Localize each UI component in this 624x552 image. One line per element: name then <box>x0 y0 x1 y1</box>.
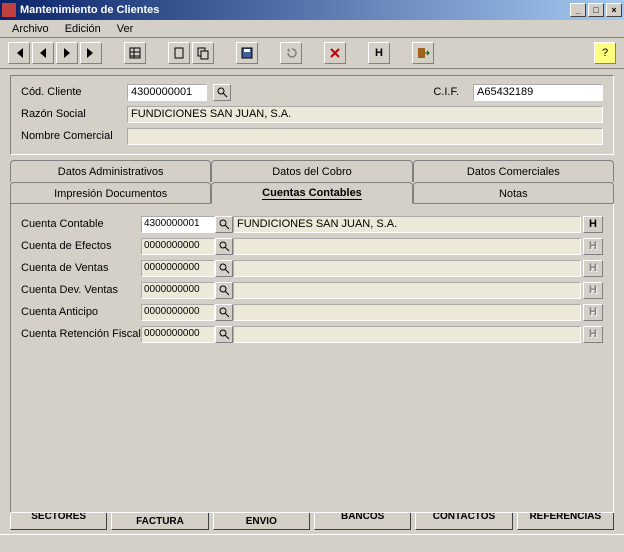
titlebar: Mantenimiento de Clientes _ □ × <box>0 0 624 20</box>
tab-datos-cobro[interactable]: Datos del Cobro <box>211 160 412 182</box>
undo-button[interactable] <box>280 42 302 64</box>
save-button[interactable] <box>236 42 258 64</box>
tab-datos-comerciales[interactable]: Datos Comerciales <box>413 160 614 182</box>
close-button[interactable]: × <box>606 3 622 17</box>
account-row: Cuenta de Ventas0000000000 H <box>21 258 603 278</box>
statusbar <box>0 534 624 552</box>
minimize-button[interactable]: _ <box>570 3 586 17</box>
account-label: Cuenta Anticipo <box>21 306 141 318</box>
grid-button[interactable] <box>124 42 146 64</box>
account-desc-field[interactable] <box>233 260 581 277</box>
account-history-button: H <box>583 282 603 299</box>
tab-datos-administrativos[interactable]: Datos Administrativos <box>10 160 211 182</box>
client-area: Cód. Cliente 4300000001 C.I.F. A65432189… <box>0 75 624 513</box>
history-button[interactable]: H <box>368 42 390 64</box>
account-code-field[interactable]: 4300000001 <box>141 216 215 233</box>
cif-label: C.I.F. <box>433 86 459 98</box>
account-row: Cuenta Anticipo0000000000 H <box>21 302 603 322</box>
exit-button[interactable] <box>412 42 434 64</box>
copy-button[interactable] <box>192 42 214 64</box>
account-lookup-button[interactable] <box>215 216 233 233</box>
tab-panel-cuentas: Cuenta Contable4300000001 FUNDICIONES SAN… <box>10 203 614 513</box>
account-label: Cuenta de Efectos <box>21 240 141 252</box>
account-desc-field[interactable] <box>233 282 581 299</box>
nav-prev-button[interactable] <box>32 42 54 64</box>
nombre-comercial-field[interactable] <box>127 128 603 145</box>
account-row: Cuenta de Efectos0000000000 H <box>21 236 603 256</box>
help-button[interactable]: ? <box>594 42 616 64</box>
tab-impresion-documentos[interactable]: Impresión Documentos <box>10 182 211 204</box>
account-row: Cuenta Dev. Ventas0000000000 H <box>21 280 603 300</box>
account-row: Cuenta Contable4300000001 FUNDICIONES SAN… <box>21 214 603 234</box>
account-desc-field[interactable] <box>233 304 581 321</box>
delete-button[interactable] <box>324 42 346 64</box>
maximize-button[interactable]: □ <box>588 3 604 17</box>
window-title: Mantenimiento de Clientes <box>20 4 159 16</box>
tab-notas[interactable]: Notas <box>413 182 614 204</box>
account-lookup-button[interactable] <box>215 238 233 255</box>
account-lookup-button[interactable] <box>215 282 233 299</box>
tabs-area: Datos Administrativos Datos del Cobro Da… <box>10 159 614 513</box>
nav-last-button[interactable] <box>80 42 102 64</box>
cif-field[interactable]: A65432189 <box>473 84 603 101</box>
toolbar: H ? <box>0 38 624 69</box>
account-row: Cuenta Retención Fiscal0000000000 H <box>21 324 603 344</box>
nombre-comercial-label: Nombre Comercial <box>21 130 121 142</box>
menu-archivo[interactable]: Archivo <box>4 23 57 35</box>
account-history-button[interactable]: H <box>583 216 603 233</box>
account-code-field[interactable]: 0000000000 <box>141 326 215 343</box>
account-history-button: H <box>583 260 603 277</box>
account-label: Cuenta Dev. Ventas <box>21 284 141 296</box>
account-code-field[interactable]: 0000000000 <box>141 260 215 277</box>
account-code-field[interactable]: 0000000000 <box>141 238 215 255</box>
account-label: Cuenta Contable <box>21 218 141 230</box>
menubar: Archivo Edición Ver <box>0 20 624 38</box>
menu-ver[interactable]: Ver <box>109 23 142 35</box>
account-label: Cuenta de Ventas <box>21 262 141 274</box>
account-desc-field[interactable] <box>233 238 581 255</box>
account-history-button: H <box>583 238 603 255</box>
app-icon <box>2 3 16 17</box>
new-button[interactable] <box>168 42 190 64</box>
cod-cliente-label: Cód. Cliente <box>21 86 121 98</box>
account-desc-field[interactable] <box>233 326 581 343</box>
account-lookup-button[interactable] <box>215 260 233 277</box>
tab-cuentas-contables[interactable]: Cuentas Contables <box>211 182 412 204</box>
nav-next-button[interactable] <box>56 42 78 64</box>
nav-first-button[interactable] <box>8 42 30 64</box>
razon-social-label: Razón Social <box>21 108 121 120</box>
account-code-field[interactable]: 0000000000 <box>141 282 215 299</box>
account-label: Cuenta Retención Fiscal <box>21 328 141 340</box>
header-panel: Cód. Cliente 4300000001 C.I.F. A65432189… <box>10 75 614 155</box>
cod-cliente-lookup-button[interactable] <box>213 84 231 101</box>
menu-edicion[interactable]: Edición <box>57 23 109 35</box>
account-lookup-button[interactable] <box>215 304 233 321</box>
account-history-button: H <box>583 326 603 343</box>
account-history-button: H <box>583 304 603 321</box>
account-lookup-button[interactable] <box>215 326 233 343</box>
cod-cliente-field[interactable]: 4300000001 <box>127 84 207 101</box>
account-code-field[interactable]: 0000000000 <box>141 304 215 321</box>
razon-social-field[interactable]: FUNDICIONES SAN JUAN, S.A. <box>127 106 603 123</box>
account-desc-field[interactable]: FUNDICIONES SAN JUAN, S.A. <box>233 216 581 233</box>
